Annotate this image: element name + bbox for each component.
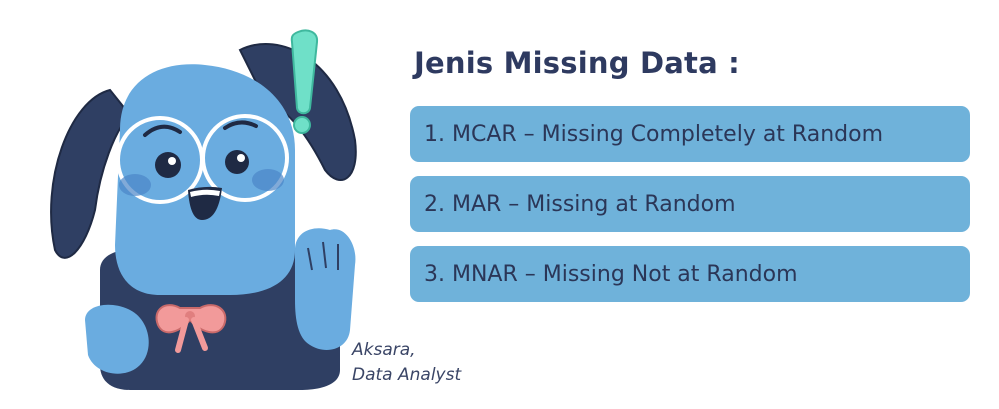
mascot-raised-paw: [295, 228, 356, 350]
caption-name: Aksara,: [352, 340, 416, 360]
caption-role: Data Analyst: [352, 365, 462, 385]
type-item-mnar: 3. MNAR – Missing Not at Random: [410, 246, 970, 302]
mascot-left-eye: [155, 152, 181, 178]
missing-data-type-list: 1. MCAR – Missing Completely at Random 2…: [410, 106, 970, 316]
type-item-mar: 2. MAR – Missing at Random: [410, 176, 970, 232]
type-item-mcar: 1. MCAR – Missing Completely at Random: [410, 106, 970, 162]
mascot-caption: Aksara, Data Analyst: [352, 338, 461, 388]
mascot-illustration: [50, 29, 357, 390]
section-title: Jenis Missing Data :: [414, 46, 740, 80]
mascot-right-eye: [225, 150, 249, 174]
